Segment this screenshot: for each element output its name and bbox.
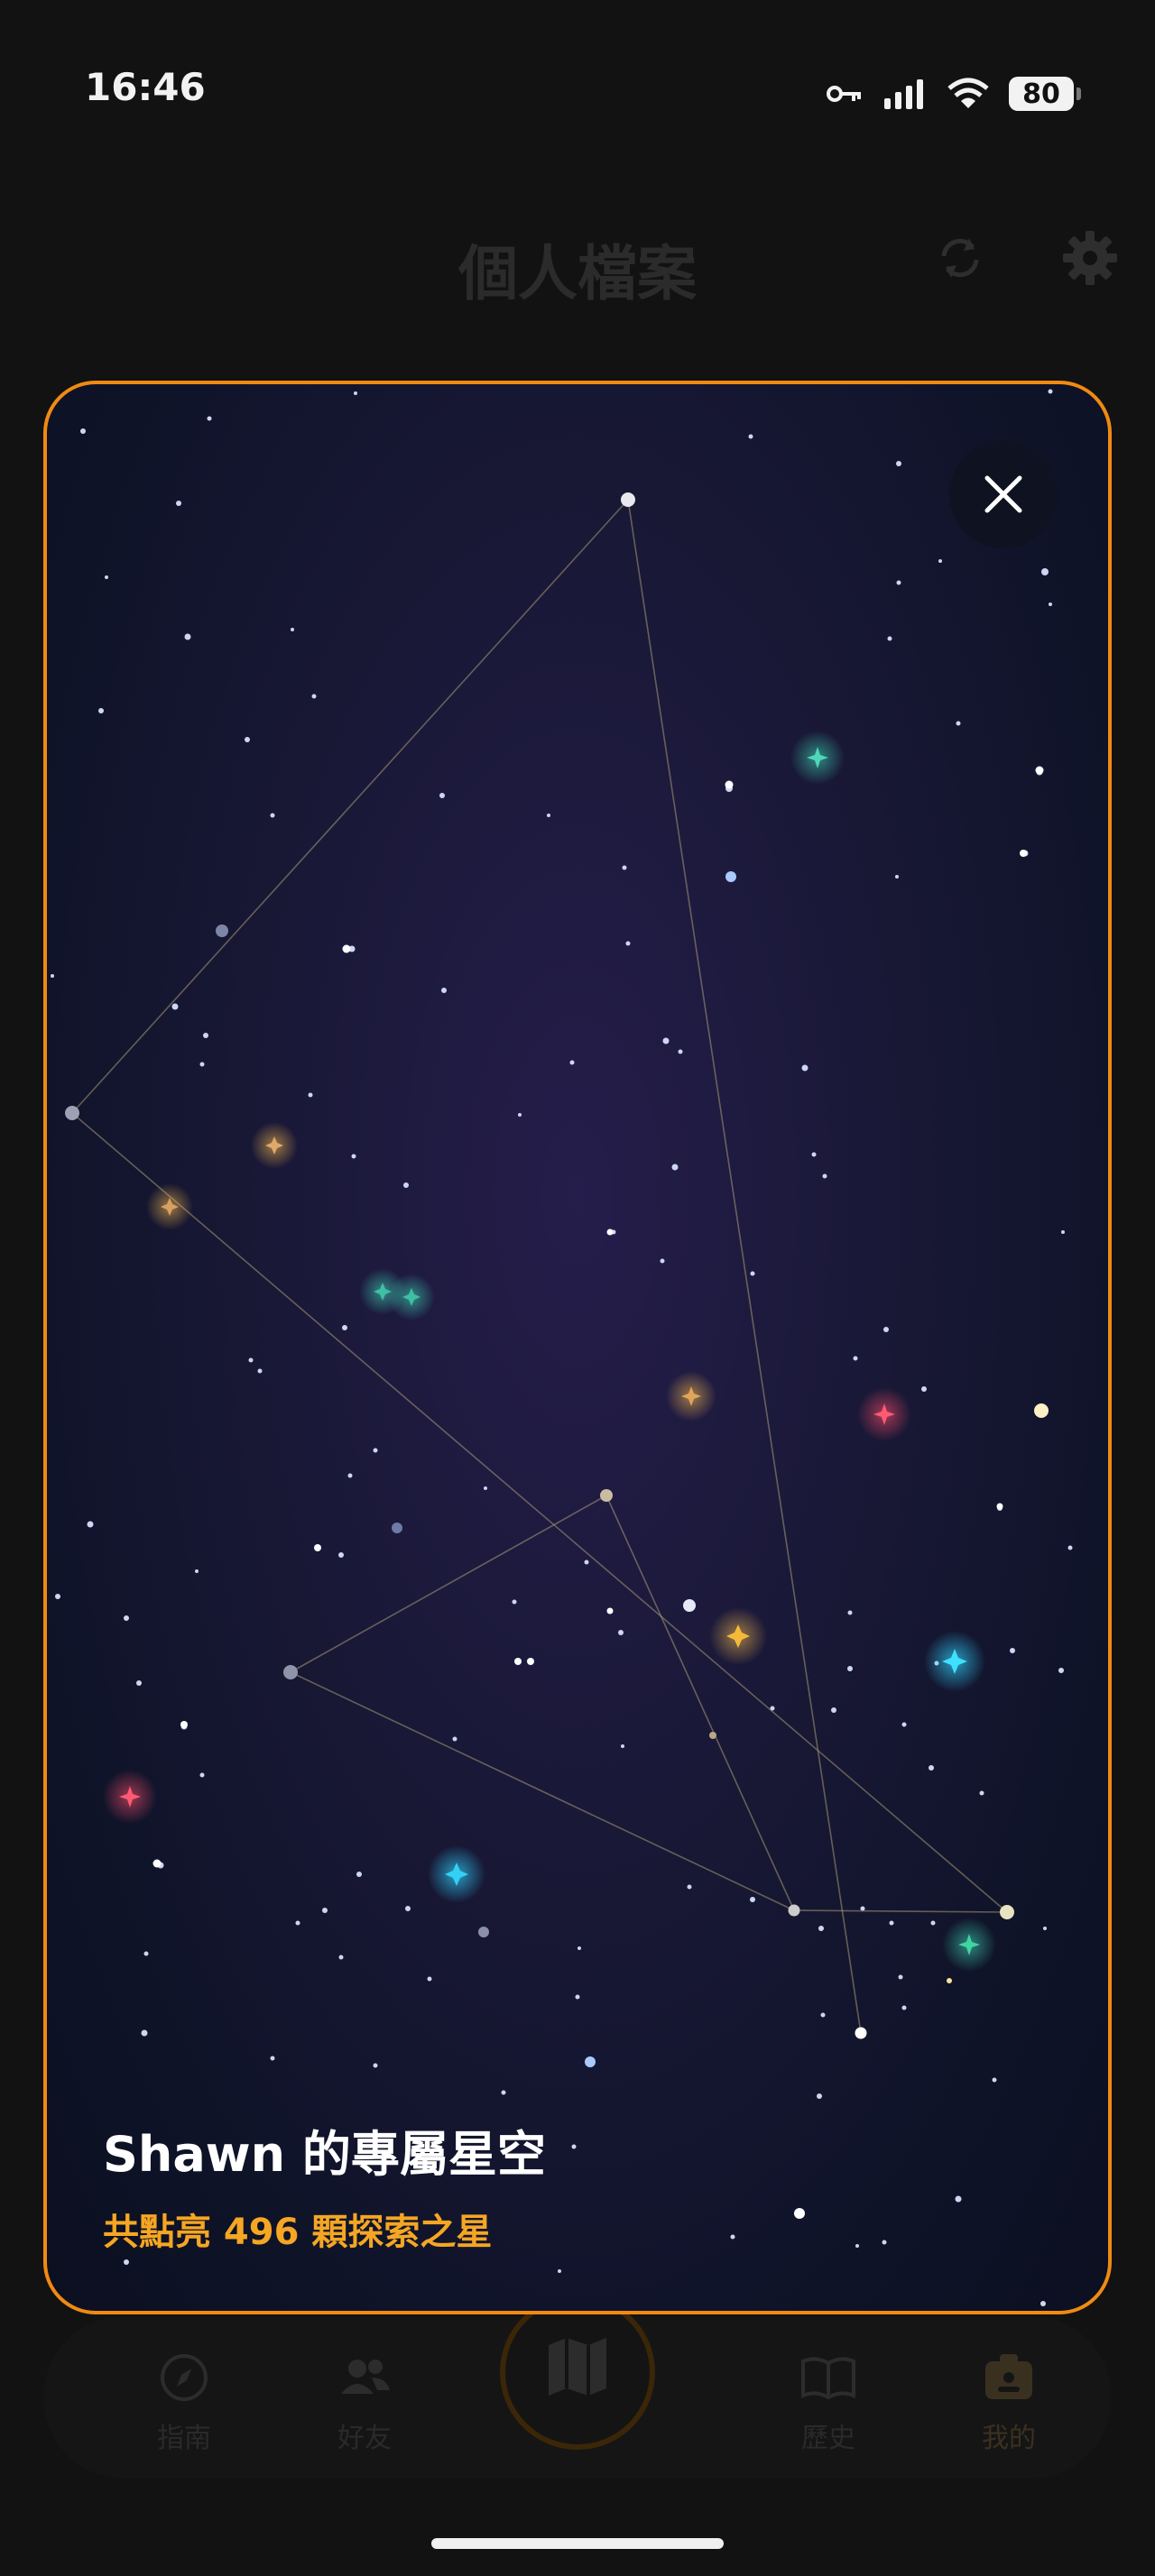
battery-indicator: 80 bbox=[1009, 77, 1081, 111]
sync-icon[interactable] bbox=[931, 229, 989, 287]
status-bar: 16:46 80 bbox=[0, 0, 1155, 180]
nav-label-history: 歷史 bbox=[801, 2423, 855, 2454]
nav-label-profile: 我的 bbox=[982, 2423, 1036, 2454]
signal-icon bbox=[884, 79, 923, 109]
nav-label-guide: 指南 bbox=[157, 2423, 211, 2454]
book-icon bbox=[801, 2357, 855, 2400]
close-icon bbox=[984, 475, 1022, 513]
nav-item-friends[interactable]: 好友 bbox=[301, 2352, 428, 2455]
nav-item-profile[interactable]: 我的 bbox=[946, 2352, 1072, 2455]
soft-stars bbox=[216, 871, 1049, 2067]
status-time: 16:46 bbox=[85, 65, 206, 109]
close-button[interactable] bbox=[949, 440, 1058, 548]
constellation-nodes bbox=[65, 492, 1014, 2039]
nav-item-history[interactable]: 歷史 bbox=[765, 2352, 892, 2455]
home-indicator[interactable] bbox=[431, 2538, 724, 2549]
small-stars bbox=[51, 389, 1073, 2306]
nav-item-map[interactable] bbox=[500, 2295, 655, 2450]
compass-icon bbox=[161, 2354, 208, 2401]
sky-subtitle: 共點亮 496 顆探索之星 bbox=[103, 2212, 493, 2253]
status-icons: 80 bbox=[827, 69, 1081, 119]
nav-item-guide[interactable]: 指南 bbox=[121, 2352, 247, 2455]
nav-label-friends: 好友 bbox=[337, 2423, 392, 2454]
gear-icon[interactable] bbox=[1061, 229, 1119, 287]
profile-icon bbox=[985, 2354, 1032, 2399]
key-icon bbox=[827, 86, 861, 102]
map-icon bbox=[549, 2338, 606, 2396]
wifi-icon bbox=[947, 78, 989, 108]
bright-stars bbox=[152, 766, 1044, 2219]
star-sky-modal: Shawn 的專屬星空 共點亮 496 顆探索之星 bbox=[43, 381, 1112, 2314]
star-sky bbox=[51, 389, 1073, 2306]
constellation-lines bbox=[71, 499, 1008, 2034]
friends-icon bbox=[341, 2360, 390, 2394]
sky-title: Shawn 的專屬星空 bbox=[103, 2126, 546, 2183]
sparkle-stars bbox=[103, 731, 996, 1972]
bottom-nav: 指南 好友 歷史 我的 bbox=[43, 2295, 1112, 2479]
